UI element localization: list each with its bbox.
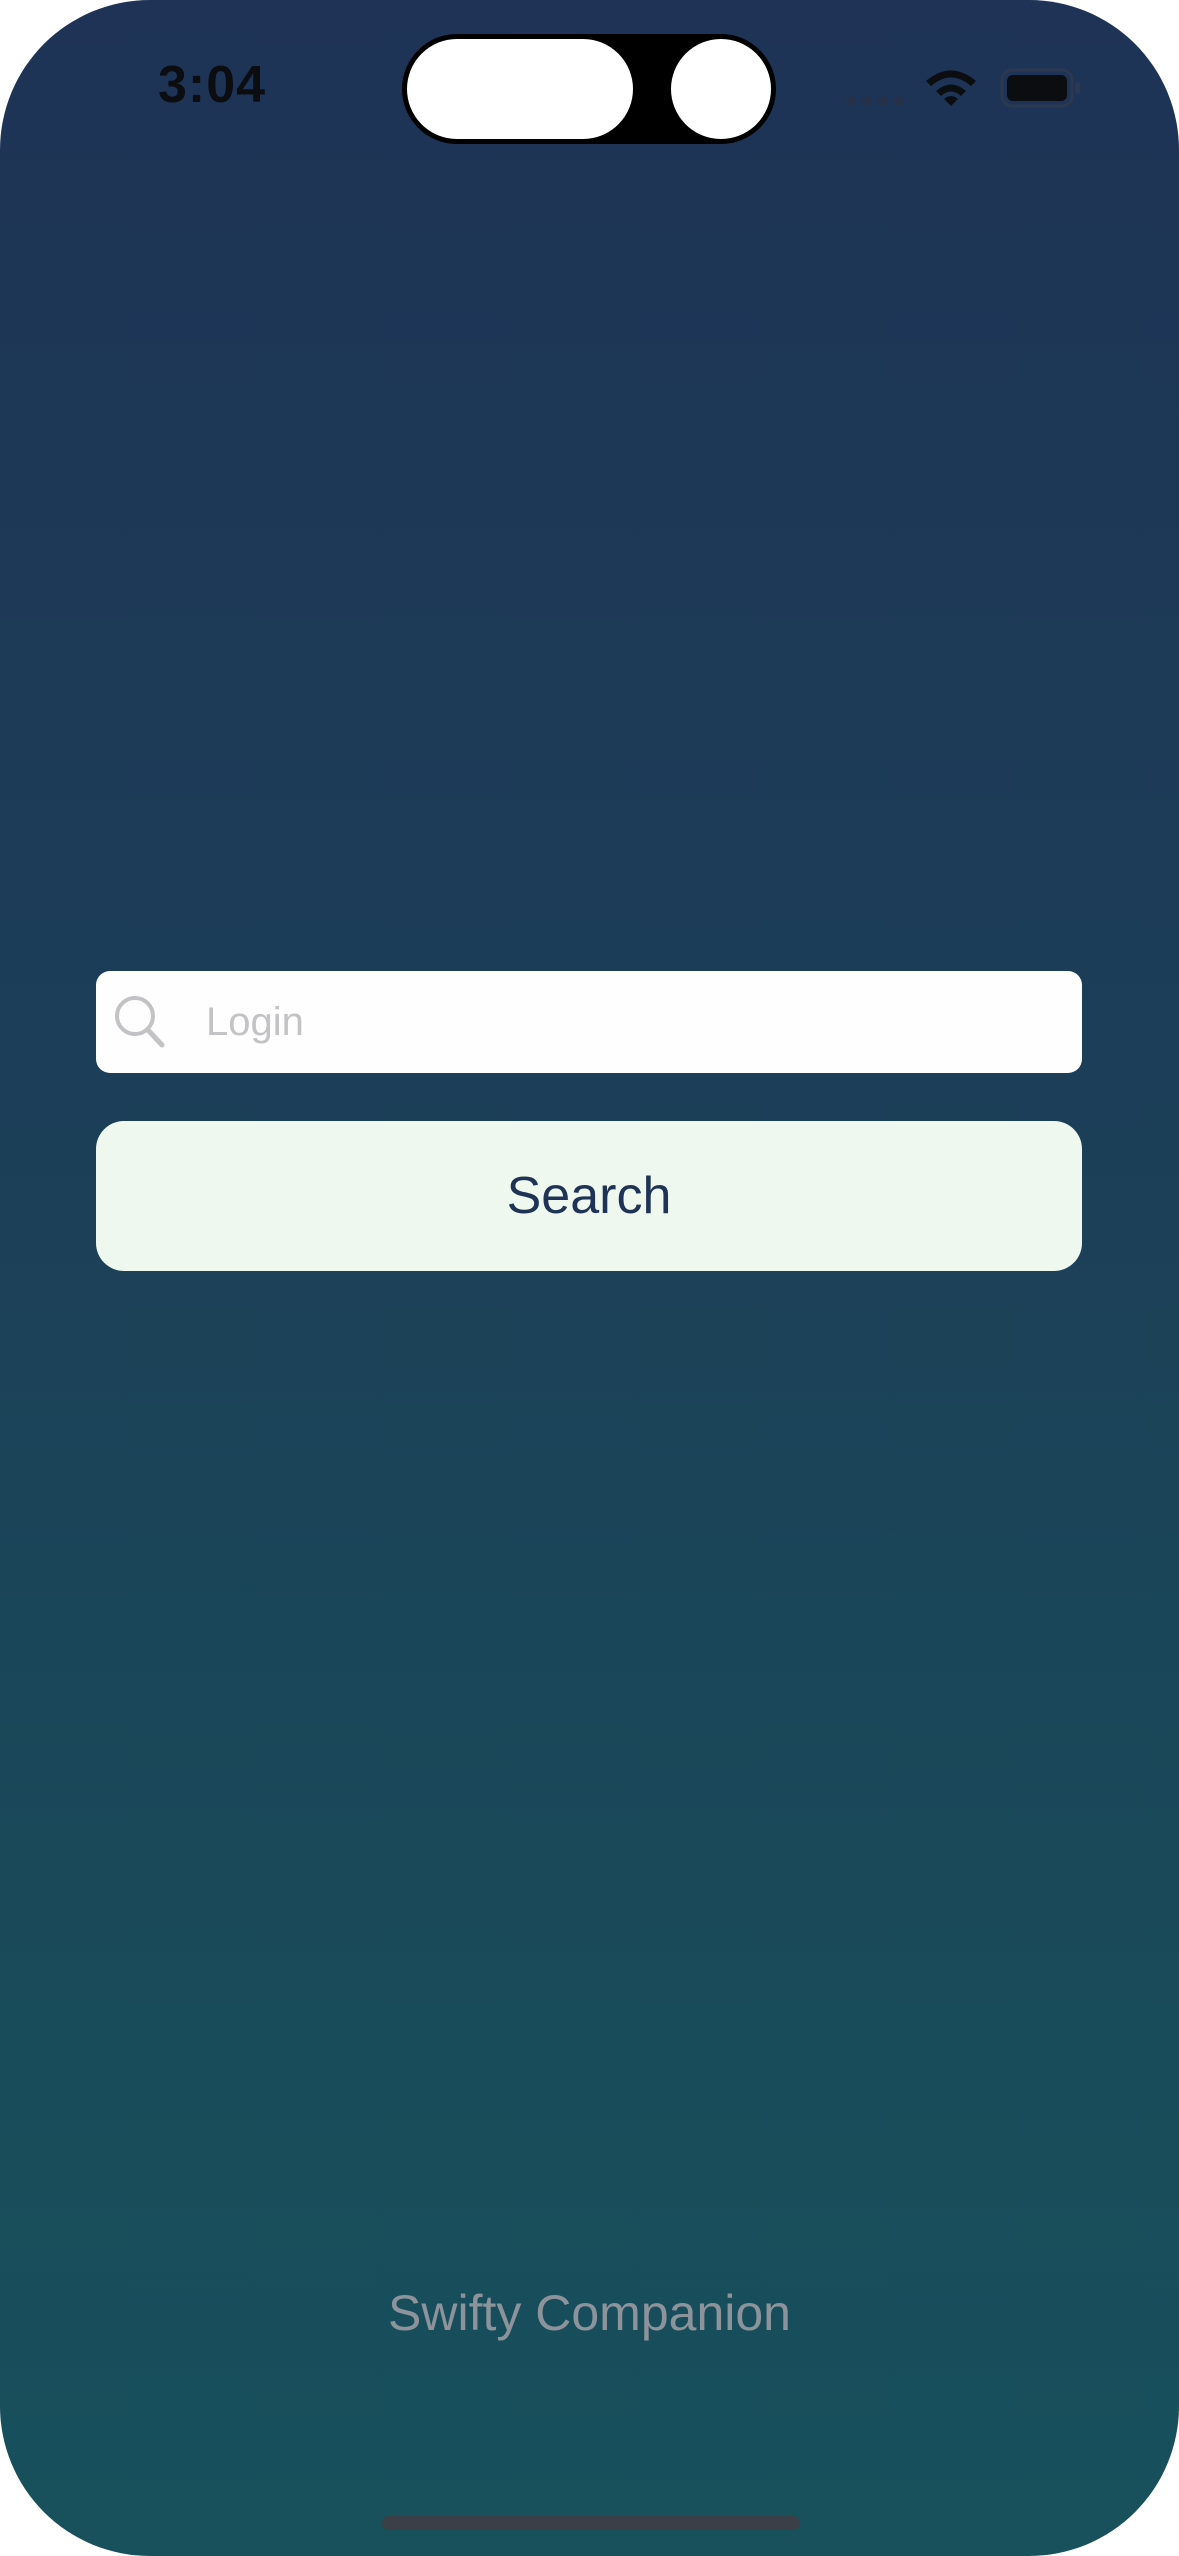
search-button[interactable]: Search <box>96 1121 1082 1271</box>
battery-icon <box>1000 68 1080 108</box>
login-input[interactable] <box>206 971 1066 1073</box>
login-search-field[interactable] <box>96 971 1082 1073</box>
dynamic-island-pill <box>404 36 636 142</box>
search-icon <box>115 996 165 1048</box>
app-name-label: Swifty Companion <box>388 2285 791 2341</box>
home-indicator[interactable] <box>382 2516 800 2530</box>
dynamic-island-dot <box>668 36 774 142</box>
cellular-signal-icon <box>846 96 906 108</box>
wifi-icon <box>926 70 976 106</box>
search-button-label: Search <box>506 1167 672 1225</box>
status-time: 3:04 <box>158 56 267 114</box>
app-screen: 3:04 Search Swifty Companion <box>0 0 1179 2556</box>
